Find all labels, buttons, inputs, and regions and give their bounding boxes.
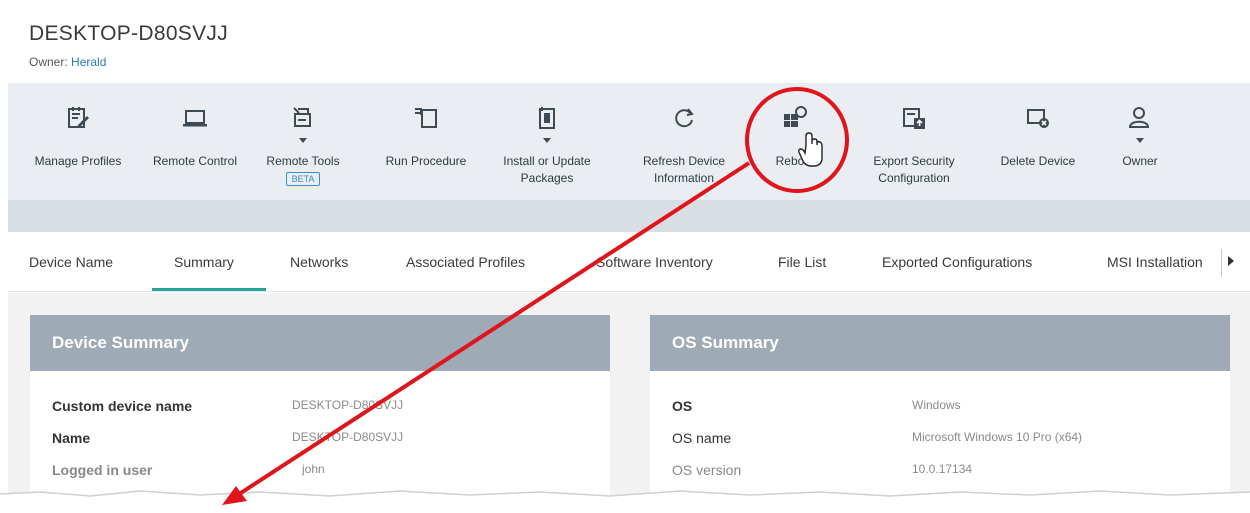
device-summary-title: Device Summary [30,315,610,371]
device-toolbar: Manage Profiles Remote Control Remote To… [8,83,1250,200]
install-update-packages-button[interactable]: Install or Update Packages [494,83,600,200]
export-security-configuration-button[interactable]: Export Security Configuration [858,83,970,200]
delete-device-icon [1025,105,1051,131]
remote-tools-button[interactable]: Remote Tools BETA [258,83,348,200]
toolbar-separator [8,200,1250,232]
tab-msi-installation[interactable]: MSI Installation [1107,254,1203,270]
chevron-down-icon [1136,138,1144,143]
reboot-button[interactable]: Reboot [752,83,838,200]
os-version-value: 10.0.17134 [912,462,973,476]
device-tabs: Device Name Summary Networks Associated … [8,232,1250,292]
tab-summary[interactable]: Summary [174,254,234,270]
remote-control-button[interactable]: Remote Control [140,83,250,200]
logged-in-user-value: john [302,462,325,476]
active-tab-indicator [152,288,266,291]
tabs-divider [1221,249,1222,277]
install-update-packages-label: Install or Update Packages [503,154,591,185]
remote-tools-icon [290,105,316,131]
os-summary-title: OS Summary [650,315,1230,371]
os-summary-row: OS [672,398,693,414]
os-value: Windows [912,398,961,412]
device-header: DESKTOP-D80SVJJ Owner: Herald [8,0,1250,82]
tab-networks[interactable]: Networks [290,254,348,270]
remote-tools-label: Remote Tools BETA [266,154,340,186]
page-title: DESKTOP-D80SVJJ [29,22,229,45]
reboot-label: Reboot [775,154,815,168]
owner-label-text: Owner [1122,154,1158,168]
run-procedure-button[interactable]: Run Procedure [376,83,476,200]
install-packages-icon [534,105,560,131]
owner-line: Owner: Herald [29,55,106,69]
manage-profiles-label: Manage Profiles [34,154,122,168]
os-summary-card: OS Summary OS Windows OS name Microsoft … [650,315,1230,497]
tab-file-list[interactable]: File List [778,254,826,270]
tab-exported-configurations[interactable]: Exported Configurations [882,254,1032,270]
delete-device-label: Delete Device [1000,154,1076,168]
owner-link[interactable]: Herald [71,55,106,69]
owner-icon [1127,105,1153,131]
summary-content: Device Summary Custom device name DESKTO… [8,293,1250,497]
chevron-down-icon [543,138,551,143]
refresh-icon [671,105,697,131]
os-name-value: Microsoft Windows 10 Pro (x64) [912,430,1083,444]
delete-device-button[interactable]: Delete Device [988,83,1088,200]
run-procedure-icon [413,105,439,131]
owner-button[interactable]: Owner [1102,83,1178,200]
os-summary-row: OS name [672,430,732,446]
device-details-page: DESKTOP-D80SVJJ Owner: Herald Manage Pro… [8,0,1250,497]
device-summary-row: Logged in user [52,462,153,478]
custom-device-name-value: DESKTOP-D80SVJJ [292,398,404,412]
name-value: DESKTOP-D80SVJJ [292,430,404,444]
refresh-device-information-label: Refresh Device Information [642,154,726,185]
tab-software-inventory[interactable]: Software Inventory [596,254,713,270]
beta-badge: BETA [285,172,321,186]
os-summary-row: OS version [672,462,742,478]
torn-edge [0,490,1250,513]
reboot-icon [782,105,808,131]
manage-profiles-icon [65,105,91,131]
export-config-icon [901,105,927,131]
chevron-down-icon [299,138,307,143]
tabs-scroll-right-icon[interactable] [1228,256,1234,266]
remote-control-label: Remote Control [152,154,238,168]
device-summary-card: Device Summary Custom device name DESKTO… [30,315,610,497]
tab-associated-profiles[interactable]: Associated Profiles [406,254,525,270]
laptop-icon [182,105,208,131]
refresh-device-information-button[interactable]: Refresh Device Information [632,83,736,200]
owner-label: Owner: [29,55,68,69]
tab-device-name[interactable]: Device Name [29,254,113,270]
run-procedure-label: Run Procedure [385,154,467,168]
export-security-configuration-label: Export Security Configuration [873,154,955,185]
device-summary-row: Name [52,430,91,446]
device-summary-row: Custom device name [52,398,193,414]
manage-profiles-button[interactable]: Manage Profiles [16,83,140,200]
